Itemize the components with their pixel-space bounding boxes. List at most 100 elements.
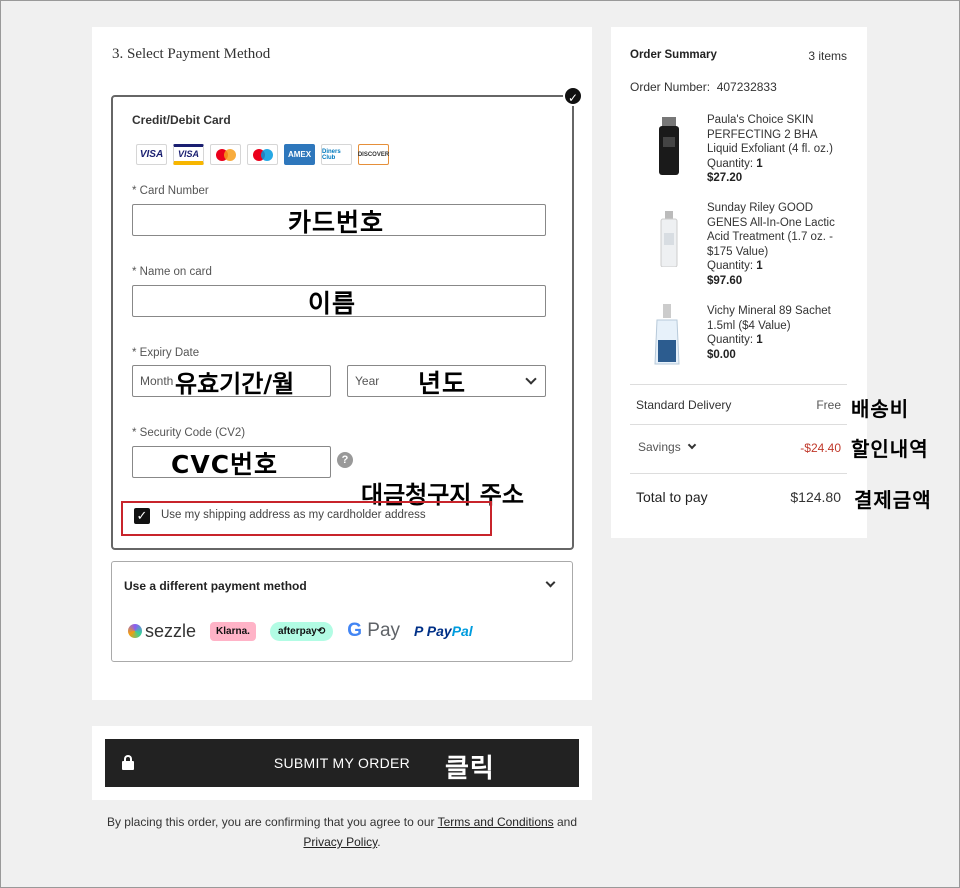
- paypal-pay-text: Pay: [426, 623, 452, 639]
- quantity-label: Quantity:: [707, 334, 754, 346]
- visa-logo-icon: VISA: [136, 144, 167, 165]
- expiry-year-select[interactable]: Year 년도: [347, 365, 546, 398]
- payment-panel: 3. Select Payment Method ✓ Credit/Debit …: [92, 27, 592, 700]
- visa-electron-logo-icon: VISA: [173, 144, 204, 165]
- use-shipping-label: Use my shipping address as my cardholder…: [161, 509, 426, 521]
- credit-card-option[interactable]: ✓ Credit/Debit Card VISA VISA AMEX Diner…: [111, 86, 583, 550]
- sezzle-text: sezzle: [145, 620, 197, 641]
- total-label: Total to pay: [636, 489, 708, 505]
- order-item: Sunday Riley GOOD GENES All-In-One Lacti…: [707, 201, 847, 288]
- maestro-logo-icon: [247, 144, 278, 165]
- name-on-card-label: * Name on card: [132, 266, 212, 278]
- alternate-payment-title: Use a different payment method: [124, 579, 307, 593]
- item-count: 3 items: [808, 49, 847, 63]
- expiry-month-select[interactable]: Month 유효기간/월: [132, 365, 331, 398]
- submit-order-button[interactable]: SUBMIT MY ORDER 클릭: [105, 739, 579, 787]
- total-value: $124.80: [790, 489, 841, 505]
- submit-panel: SUBMIT MY ORDER 클릭: [92, 726, 592, 800]
- alternate-payment-logos: sezzle Klarna. afterpay⟲ G Pay P PayPal: [128, 620, 473, 642]
- billing-address-highlight: ✓ Use my shipping address as my cardhold…: [121, 501, 492, 536]
- selected-check-icon: ✓: [563, 86, 583, 106]
- product-image-sunday-riley: [649, 211, 689, 267]
- annotation-shipping: 배송비: [851, 397, 910, 421]
- annotation-total: 결제금액: [854, 488, 932, 512]
- order-item: Paula's Choice SKIN PERFECTING 2 BHA Liq…: [707, 113, 847, 186]
- security-code-input[interactable]: CVC번호: [132, 446, 331, 479]
- delivery-label: Standard Delivery: [636, 398, 732, 412]
- legal-prefix: By placing this order, you are confirmin…: [106, 815, 438, 829]
- quantity-label: Quantity:: [707, 260, 754, 272]
- savings-toggle[interactable]: Savings: [638, 440, 696, 454]
- section-title: 3. Select Payment Method: [112, 46, 271, 62]
- divider: [630, 384, 847, 385]
- order-summary-title: Order Summary: [630, 49, 717, 61]
- card-logos: VISA VISA AMEX Diners Club DISCOVER: [136, 144, 389, 165]
- month-placeholder: Month: [140, 374, 174, 388]
- alternate-payment-section[interactable]: Use a different payment method sezzle Kl…: [111, 561, 573, 662]
- diners-club-logo-icon: Diners Club: [321, 144, 352, 165]
- order-number-value: 407232833: [716, 80, 777, 94]
- klarna-logo[interactable]: Klarna.: [210, 621, 256, 641]
- annotation-cvc: CVC번호: [171, 450, 279, 479]
- item-quantity: Quantity: 1: [707, 333, 847, 348]
- year-placeholder: Year: [355, 374, 380, 388]
- annotation-name: 이름: [308, 289, 357, 318]
- quantity-value: 1: [756, 157, 763, 170]
- quantity-value: 1: [756, 334, 763, 346]
- security-code-label: * Security Code (CV2): [132, 427, 246, 439]
- chevron-down-icon: [525, 373, 537, 385]
- order-item: Vichy Mineral 89 Sachet 1.5ml ($4 Value)…: [707, 304, 847, 362]
- submit-label: SUBMIT MY ORDER: [273, 755, 411, 771]
- mastercard-logo-icon: [210, 144, 241, 165]
- amex-logo-icon: AMEX: [284, 144, 315, 165]
- chevron-down-icon[interactable]: [545, 577, 556, 588]
- discover-logo-icon: DISCOVER: [358, 144, 389, 165]
- annotation-year: 년도: [418, 369, 467, 398]
- order-summary-panel: Order Summary 3 items Order Number: 4072…: [611, 27, 867, 538]
- item-quantity: Quantity: 1: [707, 259, 847, 274]
- paypal-p-icon: P: [414, 623, 427, 639]
- privacy-link[interactable]: Privacy Policy: [303, 835, 377, 849]
- sezzle-mark-icon: [128, 624, 142, 638]
- google-pay-logo[interactable]: G Pay: [347, 620, 400, 642]
- item-name: Sunday Riley GOOD GENES All-In-One Lacti…: [707, 202, 835, 258]
- item-name: Paula's Choice SKIN PERFECTING 2 BHA Liq…: [707, 114, 833, 155]
- annotation-expiry-month: 유효기간/월: [175, 370, 295, 398]
- use-shipping-checkbox[interactable]: ✓: [134, 508, 150, 524]
- gpay-text: Pay: [362, 620, 401, 641]
- savings-label: Savings: [638, 440, 681, 454]
- product-image-vichy: [647, 304, 687, 366]
- google-g-icon: G: [347, 620, 363, 641]
- item-price: $97.60: [707, 274, 743, 287]
- item-price: $0.00: [707, 348, 736, 361]
- legal-and: and: [553, 815, 578, 829]
- chevron-down-icon: [687, 440, 696, 450]
- lock-icon: [122, 755, 134, 770]
- item-name: Vichy Mineral 89 Sachet 1.5ml ($4 Value): [707, 305, 831, 332]
- terms-link[interactable]: Terms and Conditions: [438, 815, 554, 829]
- savings-value: -$24.40: [800, 441, 841, 455]
- card-number-input[interactable]: 카드번호: [132, 204, 546, 237]
- paypal-logo[interactable]: P PayPal: [414, 623, 473, 639]
- item-quantity: Quantity: 1: [707, 157, 847, 172]
- paypal-pal-text: Pal: [451, 623, 473, 639]
- divider: [630, 424, 847, 425]
- help-icon[interactable]: ?: [337, 452, 353, 468]
- legal-text: By placing this order, you are confirmin…: [92, 812, 592, 852]
- legal-suffix: .: [377, 835, 381, 849]
- annotation-card-number: 카드번호: [288, 208, 385, 237]
- afterpay-logo[interactable]: afterpay⟲: [269, 621, 334, 641]
- order-number: Order Number: 407232833: [630, 80, 777, 94]
- quantity-value: 1: [756, 260, 763, 272]
- annotation-click: 클릭: [445, 754, 495, 784]
- sezzle-logo[interactable]: sezzle: [128, 621, 196, 642]
- product-image-paulas-choice: [649, 117, 689, 175]
- annotation-discount: 할인내역: [851, 437, 929, 461]
- order-number-label: Order Number:: [630, 80, 711, 94]
- card-option-title: Credit/Debit Card: [132, 113, 231, 127]
- name-on-card-input[interactable]: 이름: [132, 285, 546, 318]
- item-price: $27.20: [707, 172, 743, 184]
- quantity-label: Quantity:: [707, 157, 754, 170]
- delivery-value: Free: [816, 398, 841, 412]
- divider: [630, 473, 847, 474]
